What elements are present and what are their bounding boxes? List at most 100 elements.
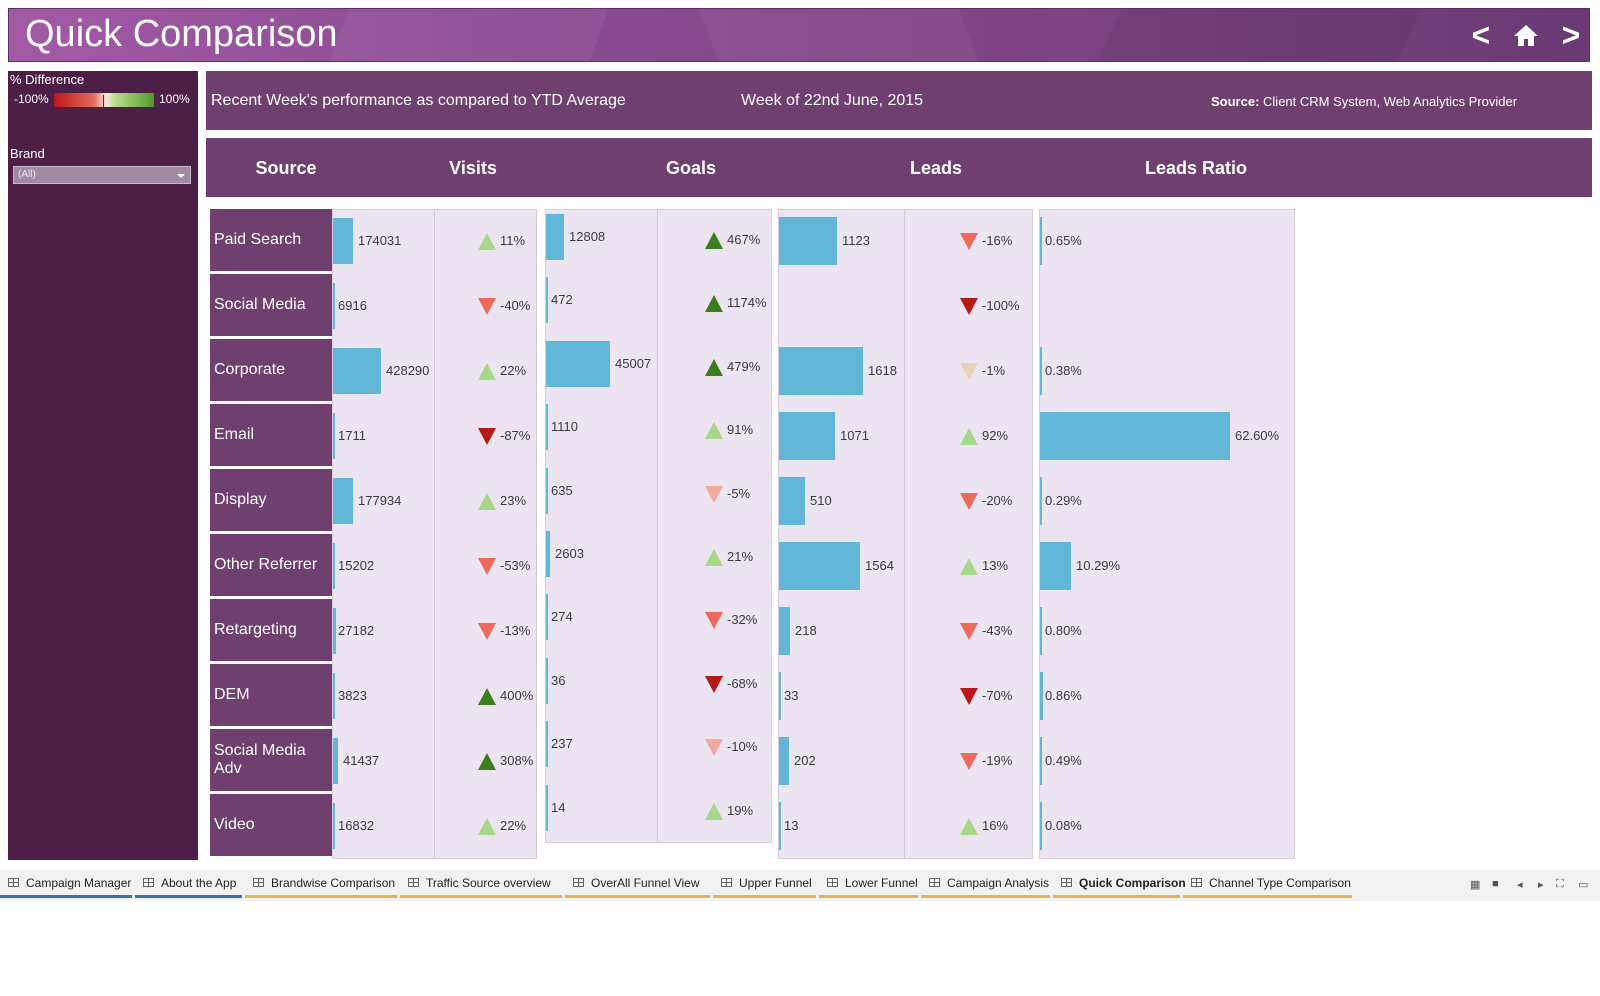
fullscreen-icon[interactable]: ⛶ xyxy=(1556,878,1564,891)
goals-retargeting-pct: -32% xyxy=(727,612,758,628)
tab-overall-funnel-view[interactable]: OverAll Funnel View xyxy=(565,870,710,898)
goals-social-media-adv-pct: -10% xyxy=(727,739,758,755)
tab-channel-type-comparison[interactable]: Channel Type Comparison xyxy=(1183,870,1352,898)
tab-label: Channel Type Comparison xyxy=(1209,876,1351,890)
sheet-tab-bar: Campaign Manager About the App Brandwise C… xyxy=(0,870,1600,901)
tab-underline xyxy=(819,895,918,898)
goals-paid-search-trend-icon xyxy=(705,232,723,249)
leads-social-media-trend-icon xyxy=(960,298,978,315)
tab-campaign-analysis[interactable]: Campaign Analysis xyxy=(921,870,1050,898)
brand-filter-label: Brand xyxy=(10,146,45,161)
leads-retargeting-pct: -43% xyxy=(982,623,1013,638)
source-cell: Video xyxy=(210,794,332,856)
source-label: Paid Search xyxy=(214,231,302,248)
sheet-icon xyxy=(408,878,419,887)
prev-button[interactable]: < xyxy=(1464,17,1498,53)
home-button[interactable] xyxy=(1509,17,1543,53)
goals-paid-search-bar xyxy=(546,214,564,260)
visits-retargeting-trend-icon xyxy=(478,623,496,640)
leads-ratio-paid-search-bar xyxy=(1040,217,1042,265)
visits-retargeting-value: 27182 xyxy=(338,623,375,638)
tab-about-the-app[interactable]: About the App xyxy=(135,870,242,898)
tab-underline xyxy=(565,895,710,898)
leads-email-bar xyxy=(779,412,835,460)
info-bar: Recent Week's performance as compared to… xyxy=(206,71,1592,130)
source-cell: Retargeting xyxy=(210,599,332,661)
leads-ratio-email-bar xyxy=(1040,412,1230,460)
leads-social-media-adv-value: 202 xyxy=(794,753,816,768)
goals-corporate-bar xyxy=(546,340,610,387)
sheet-icon xyxy=(1061,878,1072,887)
leads-display-trend-icon xyxy=(960,493,978,510)
source-label: DEM xyxy=(214,686,250,703)
column-header-goals: Goals xyxy=(665,158,717,178)
tab-underline xyxy=(0,895,132,898)
tab-underline xyxy=(921,895,1050,898)
tab-brandwise-comparison[interactable]: Brandwise Comparison xyxy=(245,870,397,898)
tab-traffic-source-overview[interactable]: Traffic Source overview xyxy=(400,870,562,898)
leads-other-referrer-trend-icon xyxy=(960,558,978,575)
scroll-right-icon[interactable]: ▸ xyxy=(1538,878,1544,891)
source-label: Corporate xyxy=(214,361,286,378)
tab-label: OverAll Funnel View xyxy=(591,876,700,890)
tab-quick-comparison[interactable]: Quick Comparison xyxy=(1053,870,1186,898)
goals-display-trend-icon xyxy=(705,485,723,503)
tab-label: Campaign Manager xyxy=(26,876,132,890)
visits-social-media-adv-trend-icon xyxy=(478,753,496,770)
goals-email-value: 1110 xyxy=(551,419,578,435)
goals-social-media-adv-bar xyxy=(546,721,548,768)
goals-social-media-trend-icon xyxy=(705,295,723,313)
goals-divider xyxy=(657,209,658,843)
goals-paid-search-pct: 467% xyxy=(727,232,761,247)
presentation-icon[interactable]: ▭ xyxy=(1578,878,1588,891)
leads-paid-search-trend-icon xyxy=(960,233,978,250)
color-legend-gradient xyxy=(54,93,154,107)
tab-upper-funnel[interactable]: Upper Funnel xyxy=(713,870,816,898)
goals-paid-search-value: 12808 xyxy=(569,229,606,244)
source-label: Source: xyxy=(1211,94,1260,109)
tab-label: Brandwise Comparison xyxy=(271,876,396,890)
sheet-icon xyxy=(827,878,838,887)
leads-corporate-pct: -1% xyxy=(982,363,1006,378)
leads-display-bar xyxy=(779,477,805,525)
leads-ratio-video-value: 0.08% xyxy=(1045,818,1082,833)
leads-ratio-corporate-bar xyxy=(1040,347,1042,395)
visits-social-media-adv-pct: 308% xyxy=(500,753,534,768)
leads-ratio-display-value: 0.29% xyxy=(1045,493,1082,508)
tab-campaign-manager[interactable]: Campaign Manager xyxy=(0,870,132,898)
tab-underline xyxy=(135,895,242,898)
tab-lower-funnel[interactable]: Lower Funnel xyxy=(819,870,918,898)
leads-ratio-social-media-adv-value: 0.49% xyxy=(1045,753,1082,768)
goals-other-referrer-bar xyxy=(546,531,550,577)
visits-video-trend-icon xyxy=(478,818,496,835)
source-cell: Email xyxy=(210,404,332,466)
visits-other-referrer-value: 15202 xyxy=(338,558,375,573)
goals-dem-value: 36 xyxy=(551,672,566,688)
brand-dropdown[interactable]: (All) xyxy=(13,166,191,184)
page-title: Quick Comparison xyxy=(25,13,338,55)
visits-social-media-value: 6916 xyxy=(338,298,367,313)
source-value: Client CRM System, Web Analytics Provide… xyxy=(1263,94,1518,109)
goals-corporate-pct: 479% xyxy=(727,358,761,374)
leads-ratio-display-bar xyxy=(1040,477,1042,525)
leads-other-referrer-bar xyxy=(779,542,860,590)
goals-other-referrer-pct: 21% xyxy=(727,549,754,564)
leads-ratio-video-bar xyxy=(1040,802,1042,850)
goals-social-media-adv-trend-icon xyxy=(705,739,723,757)
title-banner: Quick Comparison < > xyxy=(8,8,1590,62)
leads-video-pct: 16% xyxy=(982,818,1009,833)
source-cell: Display xyxy=(210,469,332,531)
scroll-left-icon[interactable]: ◂ xyxy=(1517,878,1523,891)
visits-dem-value: 3823 xyxy=(338,688,367,703)
visits-paid-search-value: 174031 xyxy=(358,233,402,248)
goals-dem-pct: -68% xyxy=(727,675,758,691)
legend-zero-marker xyxy=(103,95,104,107)
leads-ratio-social-media-adv-bar xyxy=(1040,737,1042,785)
grid-view-icon[interactable]: ▦ xyxy=(1470,878,1480,891)
visits-dem-pct: 400% xyxy=(500,688,534,703)
column-header-source: Source xyxy=(255,158,317,178)
goals-social-media-pct: 1174% xyxy=(727,295,767,311)
single-view-icon[interactable]: ■ xyxy=(1492,878,1499,890)
next-button[interactable]: > xyxy=(1554,17,1588,53)
legend-max-label: 100% xyxy=(159,92,190,106)
